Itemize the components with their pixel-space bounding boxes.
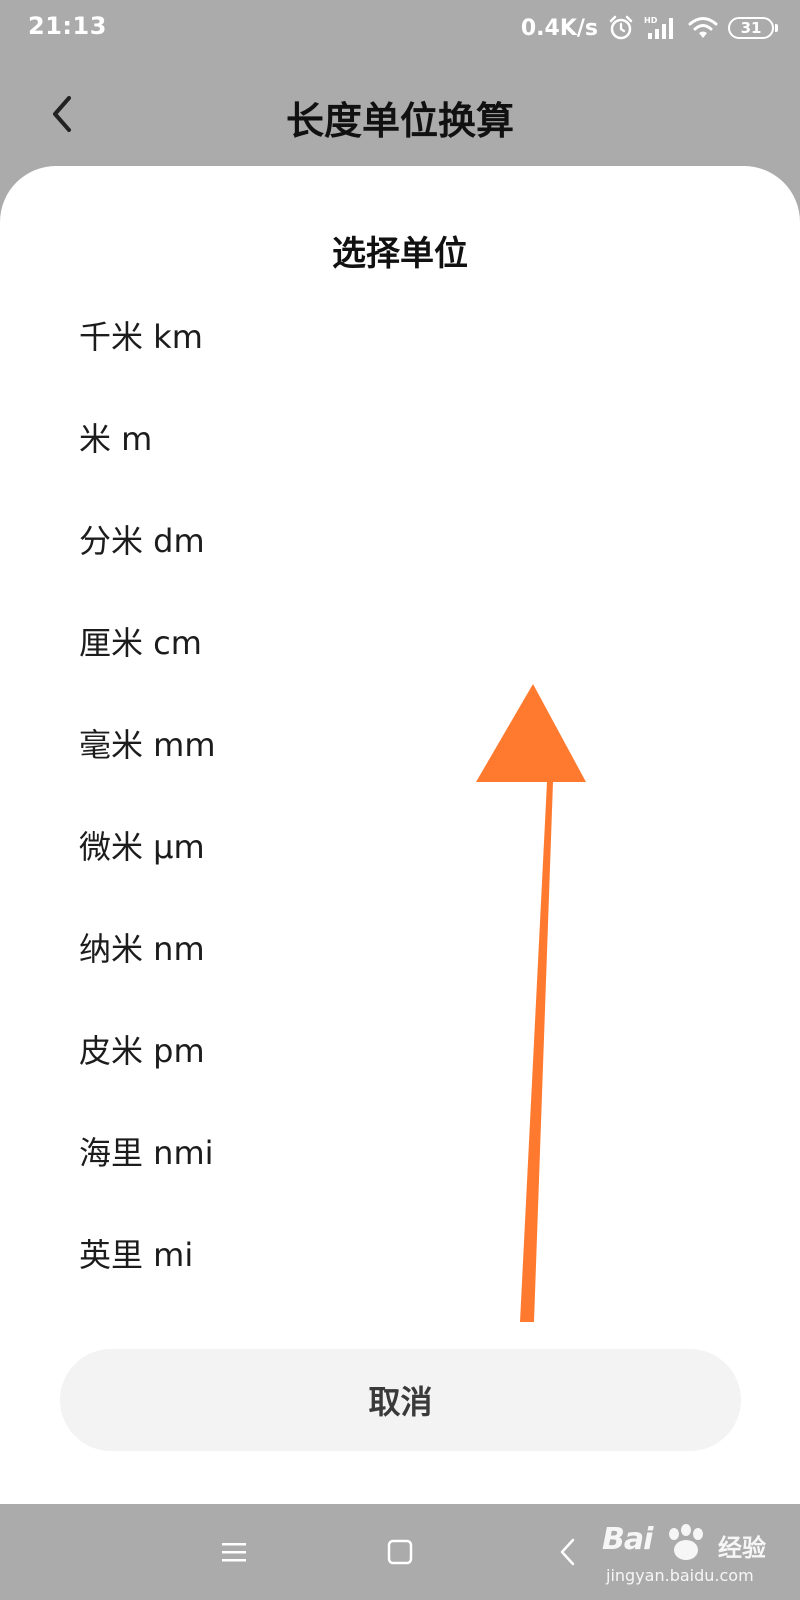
net-speed: 0.4K/s bbox=[520, 15, 598, 41]
hd-signal-icon: HD bbox=[644, 15, 678, 41]
wifi-icon bbox=[688, 16, 718, 40]
unit-item-pm[interactable]: 皮米 pm bbox=[0, 998, 800, 1100]
status-bar: 21:13 0.4K/s HD 31 bbox=[0, 0, 800, 56]
paw-icon bbox=[664, 1524, 712, 1568]
unit-item-m[interactable]: 米 m bbox=[0, 386, 800, 488]
page-title: 长度单位换算 bbox=[285, 99, 514, 143]
unit-item-km[interactable]: 千米 km bbox=[0, 284, 800, 386]
watermark-logo: Bai bbox=[602, 1522, 653, 1557]
home-button[interactable] bbox=[374, 1526, 426, 1578]
unit-item-um[interactable]: 微米 μm bbox=[0, 794, 800, 896]
status-time: 21:13 bbox=[28, 12, 107, 40]
unit-item-dm[interactable]: 分米 dm bbox=[0, 488, 800, 590]
back-icon bbox=[560, 1538, 575, 1566]
nav-back-button[interactable] bbox=[542, 1526, 594, 1578]
svg-text:HD: HD bbox=[644, 16, 658, 25]
unit-item-mm[interactable]: 毫米 mm bbox=[0, 692, 800, 794]
baidu-jingyan-watermark: Bai 经验 jingyan.baidu.com bbox=[602, 1522, 782, 1592]
menu-button[interactable] bbox=[208, 1526, 260, 1578]
unit-list[interactable]: 千米 km 米 m 分米 dm 厘米 cm 毫米 mm 微米 μm 纳米 nm … bbox=[0, 284, 800, 1454]
home-square-icon bbox=[387, 1539, 413, 1565]
watermark-url: jingyan.baidu.com bbox=[606, 1566, 754, 1585]
status-icons: 0.4K/s HD 31 bbox=[520, 10, 778, 46]
nav-bar: Bai 经验 jingyan.baidu.com bbox=[0, 1504, 800, 1600]
header: 长度单位换算 bbox=[0, 72, 800, 158]
cancel-button[interactable]: 取消 bbox=[60, 1349, 741, 1451]
sheet-title: 选择单位 bbox=[332, 234, 468, 274]
unit-item-nmi[interactable]: 海里 nmi bbox=[0, 1100, 800, 1202]
screen: 21:13 0.4K/s HD 31 长度单位换算 选择单位 千米 km 米 m… bbox=[0, 0, 800, 1600]
watermark-suffix: 经验 bbox=[718, 1534, 766, 1562]
menu-icon bbox=[222, 1543, 246, 1562]
battery-level: 31 bbox=[740, 18, 762, 37]
unit-picker-sheet: 选择单位 千米 km 米 m 分米 dm 厘米 cm 毫米 mm 微米 μm 纳… bbox=[0, 166, 800, 1504]
alarm-icon bbox=[608, 15, 634, 41]
unit-item-nm[interactable]: 纳米 nm bbox=[0, 896, 800, 998]
unit-item-cm[interactable]: 厘米 cm bbox=[0, 590, 800, 692]
battery-icon: 31 bbox=[728, 17, 778, 39]
